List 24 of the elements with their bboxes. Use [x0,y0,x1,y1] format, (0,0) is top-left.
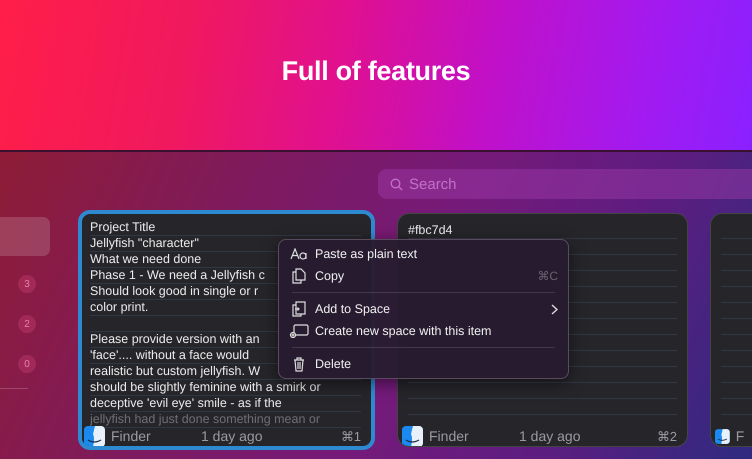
menu-item[interactable]: Add to Space [289,298,558,320]
source-app: Finder [429,428,470,444]
timestamp: 1 day ago [519,428,582,444]
copy-icon [292,268,306,284]
finder-icon [402,426,423,446]
trash-icon [293,356,305,372]
count-badge: 0 [18,355,36,373]
clipboard-card[interactable]: F [710,213,752,447]
new-space-icon [289,324,309,338]
count-badge: 3 [18,275,36,293]
banner-title: Full of features [282,56,470,86]
font-icon [290,248,308,260]
count-badge: 2 [18,315,36,333]
timestamp: 1 day ago [201,428,264,444]
search-icon [390,178,403,191]
text-line: Project Title [90,220,361,236]
shortcut-label: ⌘2 [656,428,677,444]
source-app: F [736,428,746,444]
finder-icon [84,426,105,446]
shortcut-label: ⌘1 [340,428,361,444]
text-line: should be slightly feminine with a smirk or [90,380,361,396]
source-app: Finder [111,428,152,444]
add-to-space-icon [292,301,306,317]
text-line: deceptive 'evil eye' smile - as if the [90,396,361,412]
